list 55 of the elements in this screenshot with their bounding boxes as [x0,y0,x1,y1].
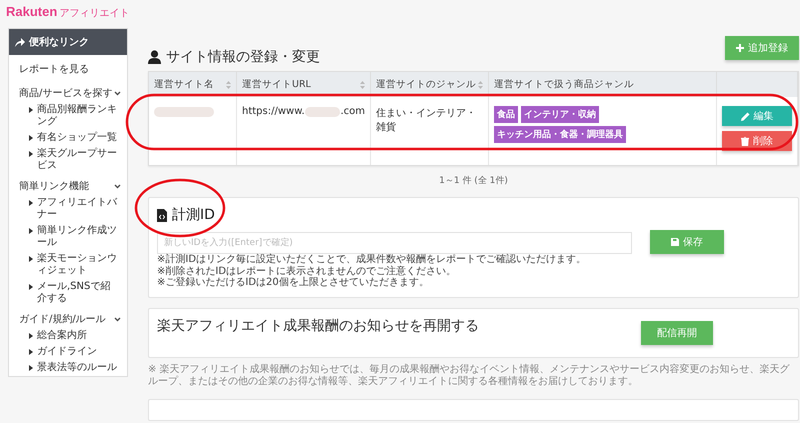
column-header: 運営サイトで扱う商品ジャンル [489,72,717,97]
user-icon [148,50,161,64]
chevron-icon[interactable] [114,316,121,322]
chevron-icon[interactable] [114,184,121,188]
column-header[interactable]: 運営サイト名 [149,72,237,97]
sidebar-item[interactable]: 簡単リンク作成ツール [37,225,119,249]
section-title: 計測ID [172,206,215,224]
triangle-bullet-icon [29,228,33,234]
product-name: アフィリエイト [59,7,130,20]
note-text: ※ 楽天アフィリエイト成果報酬のお知らせでは、毎月の成果報酬やお得なイベント情報、メンテナンスやサービス内容変更のお知らせ、楽天グループ、またはその他の企業のお得な情報等、楽天アフィリエイトに関する各種情報をお届けしております。 [148,364,791,388]
table-cell: 住まい・インテリア・雑貨 [371,97,489,165]
genre-tag: インテリア・収納 [521,106,599,123]
triangle-bullet-icon [29,349,33,355]
code-file-icon [157,208,167,222]
sidebar-link[interactable]: レポートを見る [9,55,127,81]
sidebar-item[interactable]: 楽天モーションウィジェット [37,253,119,277]
blurred-text [154,107,214,117]
triangle-bullet-icon [29,256,33,262]
share-arrow-icon [15,38,25,46]
sidebar-item[interactable]: 景表法等のルール [37,362,119,374]
note-text: ※削除されたIDはレポートに表示されませんのでご注意ください。 [157,266,458,276]
sidebar-item[interactable]: 楽天グループサービス [37,148,119,172]
chevron-icon[interactable] [114,90,121,96]
note-text: ※ご登録いただけるIDは20個を上限とさせていただきます。 [157,277,430,288]
column-header[interactable]: 運営サイトのジャンル [371,72,489,97]
sidebar-item[interactable]: メール,SNSで紹介する [37,281,119,305]
sidebar-item[interactable]: ガイドライン [37,346,119,358]
sidebar-item[interactable]: 総合案内所 [37,330,119,342]
genre-tag: 食品 [494,106,518,123]
sidebar-header: 便利なリンク [9,29,127,55]
sidebar-group-title[interactable]: 簡単リンク機能 [19,179,89,193]
note-text: ※計測IDはリンク毎に設定いただくことで、成果件数や報酬をレポートでご確認いただけます。 [157,254,588,266]
triangle-bullet-icon [29,135,33,141]
triangle-bullet-icon [29,365,33,371]
pencil-icon [740,112,750,120]
pagination-text: 1～1 件 (全 1件) [438,174,509,187]
trash-icon [741,136,749,146]
sidebar-group-title[interactable]: 商品/サービスを探す [19,86,112,100]
section-title: 楽天アフィリエイト成果報酬のお知らせを再開する [157,316,479,334]
plus-icon [736,44,744,52]
triangle-bullet-icon [29,284,33,290]
section-title: サイト情報の登録・変更 [166,48,320,66]
sidebar-item[interactable]: 商品別報酬ランキング [37,104,119,128]
sidebar-group-title[interactable]: ガイド/規約/ルール [19,312,106,326]
sidebar-item[interactable]: アフィリエイトバナー [37,197,119,221]
triangle-bullet-icon [29,151,33,157]
blurred-text [304,107,340,117]
column-header[interactable]: 運営サイトURL [237,72,371,97]
table-cell: https://www. .com [237,97,371,165]
id-input-field[interactable]: 新しいIDを入力([Enter]で確定) [157,232,632,254]
triangle-bullet-icon [29,333,33,339]
triangle-bullet-icon [29,107,33,113]
genre-tag: キッチン用品・食器・調理器具 [494,126,626,143]
triangle-bullet-icon [29,200,33,206]
sidebar-item[interactable]: 有名ショップ一覧 [37,132,119,144]
